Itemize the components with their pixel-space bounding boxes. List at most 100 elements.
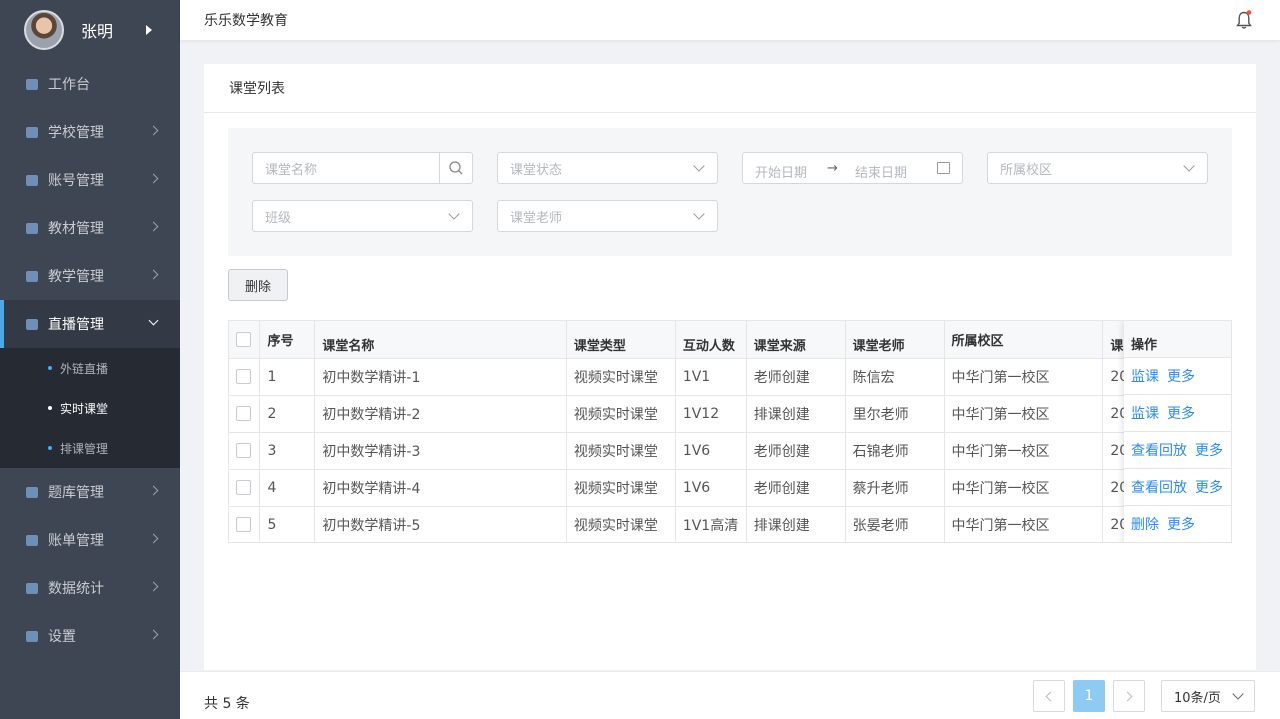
row-checkbox[interactable] xyxy=(236,369,251,384)
page-button-current[interactable]: 1 xyxy=(1073,680,1105,712)
prev-page-button[interactable] xyxy=(1033,680,1065,712)
search-button[interactable] xyxy=(439,153,472,183)
submenu-item-label: 排课管理 xyxy=(60,441,109,456)
chevron-right-icon xyxy=(148,629,159,640)
cell-index: 1 xyxy=(259,358,316,396)
class-name-input[interactable]: 课堂名称 xyxy=(252,152,473,184)
sidebar-item-2[interactable]: 账号管理 xyxy=(0,156,180,204)
cell-index: 2 xyxy=(259,395,316,433)
cell-teacher: 里尔老师 xyxy=(845,395,945,433)
action-link[interactable]: 更多 xyxy=(1195,440,1223,460)
sidebar-item-7[interactable]: 账单管理 xyxy=(0,516,180,564)
action-link[interactable]: 更多 xyxy=(1167,403,1195,423)
action-link[interactable]: 更多 xyxy=(1195,477,1223,497)
card-title: 课堂列表 xyxy=(204,64,1256,113)
bell-icon[interactable] xyxy=(1236,10,1252,30)
cell-campus: 中华门第一校区 xyxy=(944,506,1104,542)
chevron-right-icon xyxy=(148,269,159,280)
teacher-select[interactable]: 课堂老师 xyxy=(497,200,718,232)
campus-placeholder: 所属校区 xyxy=(1000,162,1053,178)
action-link[interactable]: 更多 xyxy=(1167,366,1195,386)
school-icon xyxy=(26,126,38,138)
sidebar-item-6[interactable]: 题库管理 xyxy=(0,468,180,516)
cell-campus: 中华门第一校区 xyxy=(944,432,1104,470)
class-status-placeholder: 课堂状态 xyxy=(510,162,563,178)
select-all-checkbox[interactable] xyxy=(236,331,251,347)
table-row[interactable]: 3 初中数学精讲-3 视频实时课堂 1V6 老师创建 石锦老师 中华门第一校区 20 xyxy=(229,432,1231,470)
page-size-value: 10条/页 xyxy=(1174,690,1221,706)
column-header: 互动人数 xyxy=(675,321,747,359)
question-bank-icon xyxy=(26,486,38,498)
chevron-down-icon xyxy=(1232,688,1244,700)
cell-source: 排课创建 xyxy=(746,506,846,542)
row-select-cell xyxy=(229,432,261,470)
settings-icon xyxy=(26,630,38,642)
sidebar-item-0[interactable]: 工作台 xyxy=(0,60,180,108)
column-header: 所属校区 xyxy=(944,321,1104,359)
cell-count: 1V1高清 xyxy=(675,506,747,542)
search-icon xyxy=(449,161,463,175)
actions-header: 操作 xyxy=(1124,321,1231,358)
submenu-item-0[interactable]: 外链直播 xyxy=(0,348,180,388)
sidebar-item-4[interactable]: 教学管理 xyxy=(0,252,180,300)
table-row[interactable]: 5 初中数学精讲-5 视频实时课堂 1V1高清 排课创建 张晏老师 中华门第一校区 20 xyxy=(229,506,1231,542)
sidebar-item-label: 教学管理 xyxy=(48,269,104,285)
book-icon xyxy=(26,222,38,234)
teacher-placeholder: 课堂老师 xyxy=(510,210,563,226)
sidebar-item-1[interactable]: 学校管理 xyxy=(0,108,180,156)
actions-row: 查看回放 更多 xyxy=(1124,432,1231,469)
account-icon xyxy=(26,174,38,186)
action-link[interactable]: 监课 xyxy=(1131,366,1159,386)
pagination-bar: 共 5 条 1 10条/页 xyxy=(180,671,1280,719)
table-row[interactable]: 1 初中数学精讲-1 视频实时课堂 1V1 老师创建 陈信宏 中华门第一校区 20 xyxy=(229,358,1231,396)
cell-type: 视频实时课堂 xyxy=(566,358,676,396)
sidebar-item-9[interactable]: 设置 xyxy=(0,612,180,660)
live-submenu: 外链直播 实时课堂排课管理 xyxy=(0,348,180,468)
cell-source: 老师创建 xyxy=(746,469,846,507)
chevron-right-icon xyxy=(148,581,159,592)
cell-name: 初中数学精讲-3 xyxy=(314,432,567,470)
cell-type: 视频实时课堂 xyxy=(566,469,676,507)
cell-type: 视频实时课堂 xyxy=(566,432,676,470)
cell-count: 1V6 xyxy=(675,432,747,470)
next-page-button[interactable] xyxy=(1113,680,1145,712)
sidebar-item-5[interactable]: 直播管理 xyxy=(0,300,180,348)
caret-right-icon[interactable] xyxy=(146,25,152,35)
sidebar-item-label: 教材管理 xyxy=(48,221,104,237)
bill-icon xyxy=(26,534,38,546)
cell-teacher: 蔡升老师 xyxy=(845,469,945,507)
action-link[interactable]: 更多 xyxy=(1167,514,1195,534)
delete-button[interactable]: 删除 xyxy=(228,269,288,301)
chevron-right-icon xyxy=(148,221,159,232)
user-profile[interactable]: 张明 xyxy=(0,0,180,60)
action-link[interactable]: 查看回放 xyxy=(1131,477,1187,497)
sidebar-item-8[interactable]: 数据统计 xyxy=(0,564,180,612)
row-checkbox[interactable] xyxy=(236,406,251,421)
class-status-select[interactable]: 课堂状态 xyxy=(497,152,718,184)
sidebar-item-3[interactable]: 教材管理 xyxy=(0,204,180,252)
row-checkbox[interactable] xyxy=(236,480,251,495)
column-header: 课堂类型 xyxy=(566,321,676,359)
calendar-icon xyxy=(937,162,950,174)
action-link[interactable]: 查看回放 xyxy=(1131,440,1187,460)
action-link[interactable]: 删除 xyxy=(1131,514,1159,534)
cell-name: 初中数学精讲-1 xyxy=(314,358,567,396)
date-range-picker[interactable]: 开始日期 → 结束日期 xyxy=(742,152,963,184)
campus-select[interactable]: 所属校区 xyxy=(987,152,1208,184)
chevron-down-icon xyxy=(1183,160,1195,172)
row-checkbox[interactable] xyxy=(236,443,251,458)
row-checkbox[interactable] xyxy=(236,517,251,532)
cell-name: 初中数学精讲-2 xyxy=(314,395,567,433)
cell-campus: 中华门第一校区 xyxy=(944,358,1104,396)
grade-select[interactable]: 班级 xyxy=(252,200,473,232)
sidebar: 张明 工作台 学校管理 账号管理教材管理教学管理直播管理 外链直播 实时课堂排课管理题库… xyxy=(0,0,180,719)
chevron-right-icon xyxy=(148,533,159,544)
submenu-item-2[interactable]: 排课管理 xyxy=(0,428,180,468)
avatar[interactable] xyxy=(24,10,64,50)
submenu-item-1[interactable]: 实时课堂 xyxy=(0,388,180,428)
table-row[interactable]: 2 初中数学精讲-2 视频实时课堂 1V12 排课创建 里尔老师 中华门第一校区 20 xyxy=(229,395,1231,433)
bullet-icon xyxy=(48,446,52,450)
page-size-select[interactable]: 10条/页 xyxy=(1161,680,1255,712)
table-row[interactable]: 4 初中数学精讲-4 视频实时课堂 1V6 老师创建 蔡升老师 中华门第一校区 20 xyxy=(229,469,1231,507)
action-link[interactable]: 监课 xyxy=(1131,403,1159,423)
